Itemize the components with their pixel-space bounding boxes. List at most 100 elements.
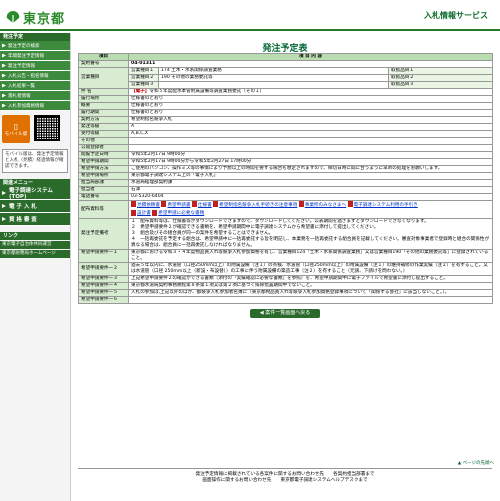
row-label: 発注予定備考 [78,218,129,250]
file-link-label[interactable]: 設計書 [137,211,151,216]
file-link[interactable]: 希望申請書 [161,201,190,208]
footer-helpdesk-line: 画面操作に関するお問い合わせ先 東京都電子調達システムヘルプデスクまで [202,478,368,483]
sidebar-item-qualification-review[interactable]: 資 格 審 査 [0,213,70,226]
pdf-file-icon [213,201,219,207]
table-row: 希望申請要件ー３ 上記希望申請要件２の確認ができる書類（添付の「実績確認に必要な書… [78,275,494,283]
file-link-label[interactable]: 電子調達システム利用の手引き [354,203,418,208]
table-row: 希望申請要件ー１ 東京都における令和３・４年度物品買入れ等競争入札参加資格を有し、… [78,249,494,263]
pdf-file-icon [131,209,136,216]
arrow-icon [2,204,6,208]
file-link[interactable]: 設計書 [131,209,151,216]
table-row: 担当者 石澤 [78,186,494,194]
file-link-label[interactable]: 希望申請書 [167,203,190,208]
sidebar-item-e-bidding[interactable]: 電 子 入 札 [0,200,70,213]
sub-label: 営業種目１ [128,67,159,75]
sidebar-item-label: 資 格 審 査 [9,217,37,223]
row-label: 電話番号 [78,193,129,201]
file-link[interactable]: 仕様書 [191,201,212,208]
industry-value: 174 土木・水系関係調査業務 [158,67,389,75]
file-link-label[interactable]: 見積依頼書 [137,203,160,208]
apply-method-value: ご使用のパソコン、操作ミス等の事情により予想以上の時間を要する場合も想定されます… [127,165,494,173]
sub-label: 取扱品目１ [387,67,494,75]
table-row: 営業種目 営業種目１ 174 土木・水系関係調査業務 取扱品目１ [78,67,494,89]
col-item-header: 項目 [78,53,129,61]
method-value: 希望制指名競争入札 [127,116,494,124]
pdf-file-icon [298,201,304,207]
file-link[interactable]: 見積依頼書 [131,201,160,208]
row-label: 概要 [78,102,129,110]
row-label: 希望申請方法 [78,165,129,173]
table-row: 履行場所 仕様書のとおり [78,95,494,103]
link-e-government[interactable]: 東京電子自治体共同運営 [0,241,70,249]
mobile-box: ▯ モバイル版 [2,115,68,145]
page-top-link[interactable]: ▲ ページの先頭へ [458,460,494,466]
file-link[interactable]: 希望制指名競争入札手続きの注意事項 [213,201,297,208]
table-row: 営業種目３ 取扱品目３ [79,81,494,89]
row-label: 履行場所 [78,95,129,103]
table-row: 公開登録者 [78,144,494,152]
col-content-header: 項 目 内 容 [127,53,494,61]
table-row: 希望申請要件ー６ [78,296,494,304]
subject-text: 令和５年度配水本管附属設備等調査業務委託（その１） [149,89,265,95]
file-link[interactable]: 事業所のみなさまへ [298,201,346,208]
open-value: 令和5年2月17日 9時00分 [127,151,494,159]
grade-value: A [127,123,494,131]
arrow-icon [2,191,6,195]
sidebar-item-search[interactable]: 発注予定の検索 [0,41,70,51]
table-row: 希望申請期間 令和5年2月17日 9時00分から令和5年2月27日 17時00分 [78,158,494,166]
footer-divider [78,468,492,469]
sidebar-item-notice[interactable]: 入札公告・指名情報 [0,71,70,81]
file-link-label[interactable]: 仕様書 [198,203,212,208]
tokyo-logo[interactable]: 東京都 [5,8,65,27]
file-link-label[interactable]: 事業所のみなさまへ [305,203,346,208]
sidebar-item-winner[interactable]: 落札者情報 [0,91,70,101]
file-link-label[interactable]: 希望申請に必要な書類 [158,211,204,216]
row-label: 受付等級 [78,130,129,138]
subject-cell: 【電子】令和５年度配水本管附属設備等調査業務委託（その１） [127,88,494,96]
sidebar: 発注予定 発注予定の検索 年間発注予定情報 発注予定情報 入札公告・指名情報 入… [0,33,71,501]
electronic-badge: 【電子】 [131,89,150,95]
sidebar-item-annual[interactable]: 年間発注予定情報 [0,51,70,61]
link-finance-bureau[interactable]: 東京都財務局ホームページ [0,250,70,258]
file-link[interactable]: 電子調達システム利用の手引き [347,201,418,208]
sidebar-item-qualification[interactable]: 入札参加資格情報 [0,101,70,111]
sidebar-item-results[interactable]: 入札結果一覧 [0,81,70,91]
table-row: 希望申請要件ー４ 東京都水道局契約事務規程第８条第１項又は第２項に基づく排除措置期… [78,282,494,290]
row-label: 契約番号 [78,60,129,68]
sub-label: 営業種目３ [128,81,159,89]
mobile-note: モバイル版は、発注予定情報と入札（見積）経過情報が確認できます。 [2,149,68,173]
table-row: 契約番号 04-01311 [78,60,494,68]
apply-value: 令和5年2月17日 9時00分から令和5年2月27日 17時00分 [127,158,494,166]
ginkgo-logo-icon [6,11,20,23]
row-label: 公開登録者 [78,144,129,152]
file-link-label[interactable]: 希望制指名競争入札手続きの注意事項 [219,203,297,208]
pdf-file-icon [161,201,167,207]
qr-code-icon [34,115,60,141]
row-label: 希望申請要件ー４ [78,282,129,290]
req5-value: 入札の参加は,上記以外のほか、都競争入札参加者名簿に（東京都物品買入れ等競争入札… [127,289,494,297]
table-row: 電話番号 03-5320-6404 [78,193,494,201]
arrow-icon [2,43,6,48]
mobile-site-button[interactable]: ▯ モバイル版 [2,115,30,143]
pdf-file-icon [191,201,197,207]
sidebar-item-procurement-top[interactable]: 電子調達システム(TOP) [0,187,70,200]
back-to-list-button[interactable]: ◀ 案件一覧画面へ戻る [250,309,320,318]
sidebar-item-label: 発注予定の検索 [8,43,40,49]
table-row: 概要 仕様書のとおり [78,102,494,110]
sidebar-item-label: 年間発注予定情報 [8,53,44,59]
req3-value: 上記希望申請要件２の確認ができる書類（添付の「実績確認に必要な書類」を参照）を、… [127,275,494,283]
row-label: 契約方法 [78,116,129,124]
table-row: 件 名 【電子】令和５年度配水本管附属設備等調査業務委託（その１） [78,88,494,96]
table-row: 履行期間 仕様書のとおり [78,109,494,117]
file-link[interactable]: 希望申請に必要な書類 [152,209,204,216]
sidebar-item-plan[interactable]: 発注予定情報 [0,61,70,71]
page-title: 発注予定表 [262,44,308,54]
location-value: 仕様書のとおり [127,95,494,103]
tel-value: 03-5320-6404 [127,193,494,201]
pdf-file-icon [152,209,158,216]
footer: 発注予定情報に掲載されている各案件に関するお問い合わせ先 各契約担当部署まで 画… [78,472,492,484]
table-row: その他 [78,137,494,145]
sub-label: 営業種目２ [128,74,159,82]
arrow-icon [2,73,6,78]
row-label: 希望申請要件ー２ [78,262,129,276]
